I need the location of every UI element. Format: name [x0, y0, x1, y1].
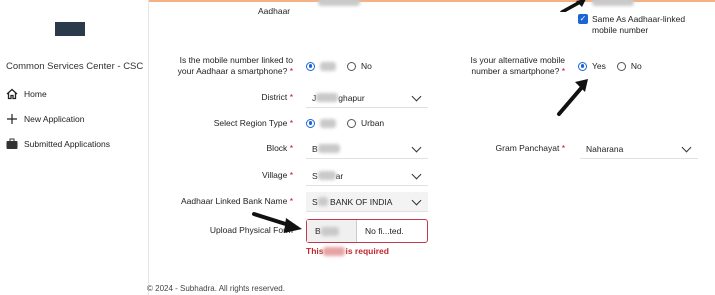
block-select[interactable]: B	[306, 139, 428, 159]
redacted-text	[317, 197, 328, 206]
sidebar-item-label: New Application	[24, 114, 85, 124]
upload-error-message: This is required	[306, 246, 389, 257]
alt-mobile-no-radio[interactable]	[616, 61, 626, 71]
mobile-linked-radio-group: No	[306, 61, 372, 71]
village-select[interactable]: Sar	[306, 166, 428, 186]
same-as-aadhaar-label: Same As Aadhaar-linked mobile number	[592, 14, 686, 35]
bank-name-select[interactable]: S BANK OF INDIA	[306, 192, 428, 212]
home-icon	[6, 88, 18, 100]
chevron-down-icon	[681, 142, 692, 153]
district-label: District *	[261, 92, 293, 102]
chevron-down-icon	[411, 169, 422, 180]
upload-filename: No fi...ted.	[365, 226, 404, 236]
mobile-linked-label: Is the mobile number linked to your Aadh…	[177, 55, 293, 76]
annotation-arrow-icon	[252, 212, 302, 233]
upload-file-input[interactable]: B No fi...ted.	[306, 219, 428, 243]
redacted-text	[318, 0, 360, 6]
redacted-text	[592, 0, 634, 6]
mobile-linked-yes-radio[interactable]	[306, 61, 315, 71]
alt-mobile-label: Is your alternative mobile number a smar…	[470, 55, 566, 76]
gram-panchayat-select[interactable]: Naharana	[580, 139, 698, 159]
sidebar-item-submitted-applications[interactable]: Submitted Applications	[6, 138, 110, 150]
footer-copyright: © 2024 - Subhadra. All rights reserved.	[147, 284, 285, 293]
region-rural-radio[interactable]	[306, 118, 315, 128]
alt-mobile-yes-label: Yes	[592, 61, 606, 71]
logo	[55, 22, 85, 36]
aadhaar-label: Aadhaar	[258, 6, 291, 16]
mobile-linked-no-label: No	[361, 61, 372, 71]
chevron-down-icon	[411, 142, 422, 153]
redacted-text	[317, 144, 340, 153]
sidebar-item-new-application[interactable]: New Application	[6, 113, 84, 125]
region-type-radio-group: Urban	[306, 118, 384, 128]
chevron-down-icon	[411, 195, 422, 206]
mobile-linked-no-radio[interactable]	[347, 61, 356, 71]
redacted-text	[320, 118, 336, 128]
sidebar-item-home[interactable]: Home	[6, 88, 47, 100]
redacted-text	[323, 247, 346, 257]
brand-name: Common Services Center - CSC	[6, 61, 144, 72]
redacted-text	[320, 61, 336, 71]
region-type-label: Select Region Type *	[213, 118, 293, 128]
annotation-arrow-icon	[560, 0, 586, 12]
sidebar: Common Services Center - CSC Home New Ap…	[0, 0, 149, 295]
plus-icon	[7, 114, 17, 124]
alt-mobile-radio-group: Yes No	[578, 61, 642, 71]
gram-panchayat-label: Gram Panchayat *	[495, 143, 565, 153]
briefcase-icon	[6, 138, 18, 149]
village-label: Village *	[261, 170, 293, 180]
block-label: Block *	[266, 143, 293, 153]
district-select[interactable]: Jghapur	[306, 88, 428, 108]
region-urban-radio[interactable]	[347, 118, 356, 128]
browse-button[interactable]: B	[307, 220, 357, 242]
redacted-text	[320, 226, 339, 236]
same-as-aadhaar-checkbox[interactable]: ✓	[578, 14, 588, 24]
region-urban-label: Urban	[361, 118, 385, 128]
alt-mobile-yes-radio[interactable]	[578, 61, 587, 71]
chevron-down-icon	[411, 91, 422, 102]
alt-mobile-no-label: No	[630, 61, 642, 71]
bank-name-label: Aadhaar Linked Bank Name *	[180, 196, 293, 206]
annotation-arrow-icon	[557, 79, 588, 116]
redacted-text	[317, 171, 336, 180]
sidebar-item-label: Home	[24, 89, 47, 99]
redacted-text	[316, 93, 339, 102]
sidebar-item-label: Submitted Applications	[24, 139, 110, 149]
